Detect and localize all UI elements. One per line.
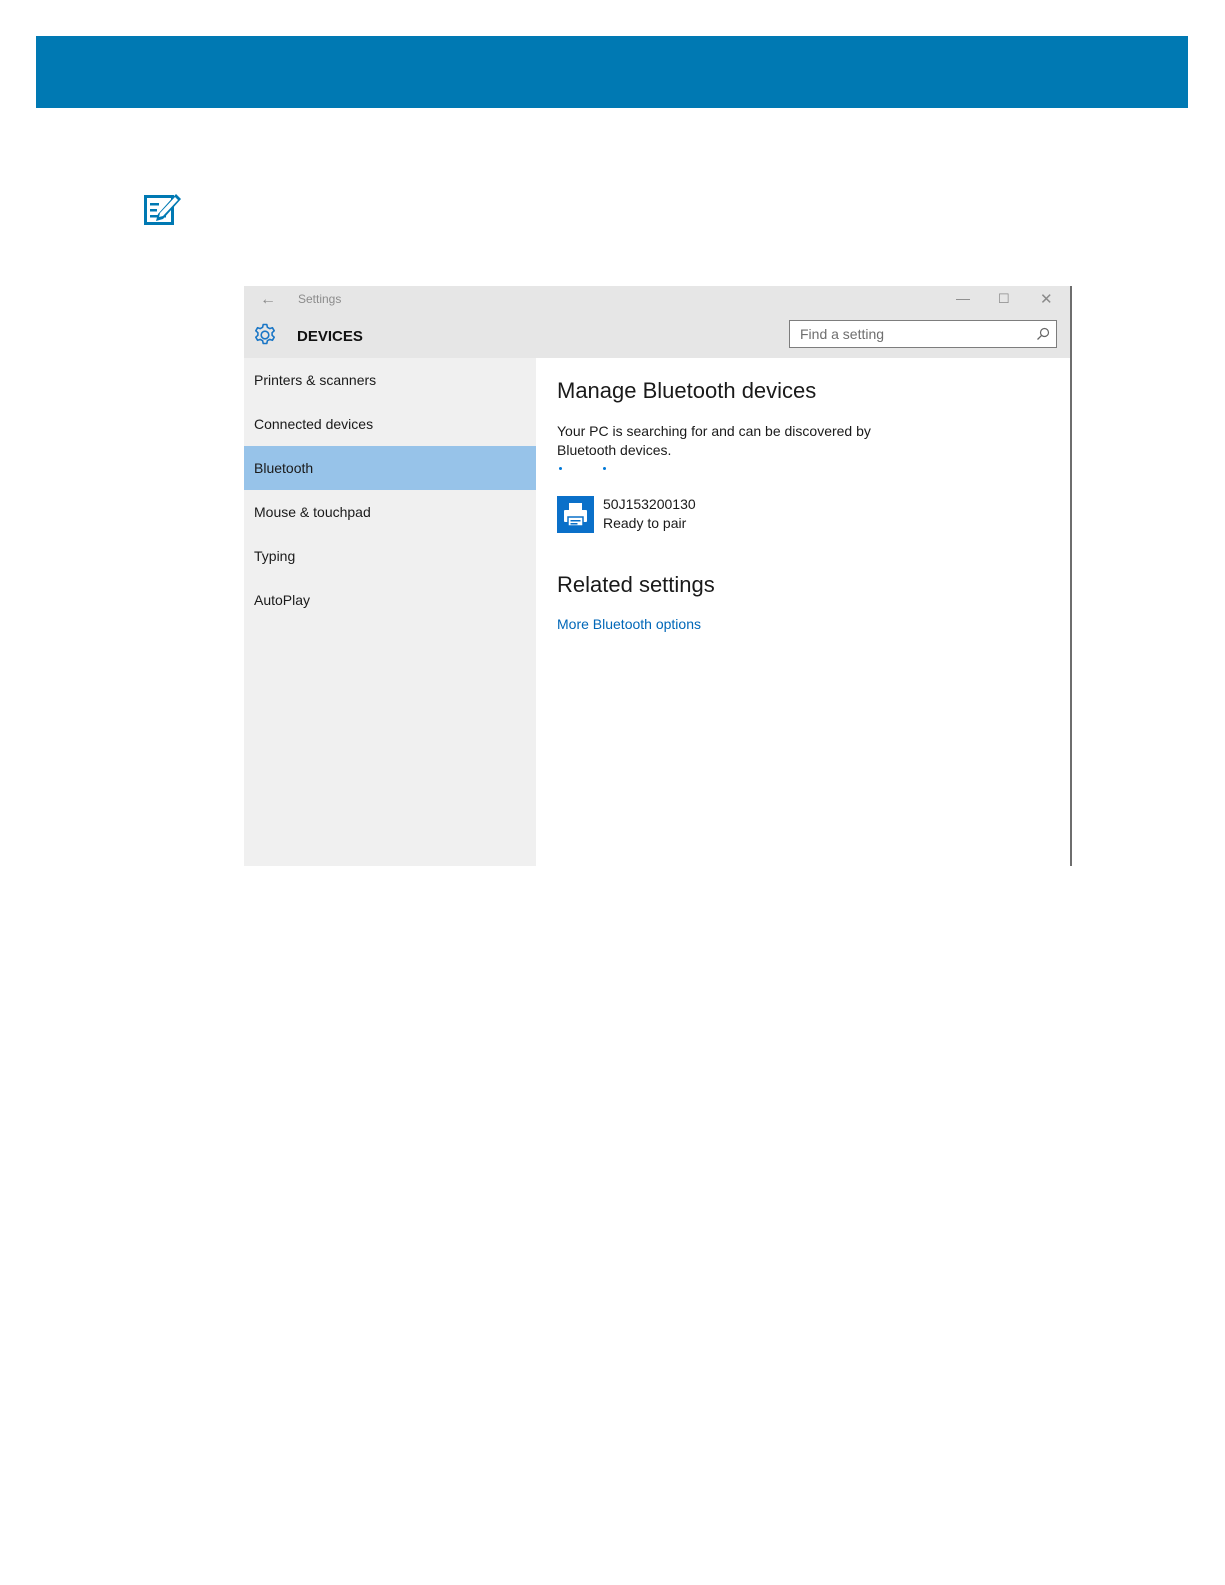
- sidebar-item-bluetooth[interactable]: Bluetooth: [244, 446, 536, 490]
- settings-window: ← Settings — ☐ ✕ DEVICES Printers & scan…: [244, 286, 1072, 866]
- back-arrow-icon[interactable]: ←: [260, 291, 276, 309]
- title-bar: ← Settings — ☐ ✕ DEVICES: [244, 286, 1070, 358]
- search-input[interactable]: [790, 321, 1030, 347]
- device-name: 50J153200130: [603, 496, 696, 512]
- sidebar-item-connected-devices[interactable]: Connected devices: [244, 402, 536, 446]
- minimize-button[interactable]: —: [956, 290, 970, 306]
- search-icon[interactable]: [1036, 327, 1050, 341]
- sidebar-item-mouse-touchpad[interactable]: Mouse & touchpad: [244, 490, 536, 534]
- sidebar-item-typing[interactable]: Typing: [244, 534, 536, 578]
- sidebar-item-autoplay[interactable]: AutoPlay: [244, 578, 536, 622]
- printer-icon: [557, 496, 594, 533]
- close-button[interactable]: ✕: [1040, 290, 1053, 308]
- progress-dot: [603, 467, 606, 470]
- bluetooth-status-text: Your PC is searching for and can be disc…: [557, 423, 871, 458]
- window-border: [1070, 286, 1072, 866]
- content-pane: Manage Bluetooth devices Your PC is sear…: [557, 358, 1047, 866]
- gear-icon: [255, 323, 275, 345]
- more-bluetooth-options-link[interactable]: More Bluetooth options: [557, 616, 701, 632]
- maximize-button[interactable]: ☐: [998, 291, 1010, 307]
- page-title: Manage Bluetooth devices: [557, 378, 817, 403]
- search-box: [789, 320, 1057, 348]
- section-title: DEVICES: [297, 328, 363, 345]
- header-bar: [36, 36, 1188, 108]
- progress-dot: [559, 467, 562, 470]
- device-status: Ready to pair: [603, 515, 687, 531]
- sidebar-item-printers-scanners[interactable]: Printers & scanners: [244, 358, 536, 402]
- sidebar: Printers & scanners Connected devices Bl…: [244, 358, 536, 866]
- device-list-item[interactable]: 50J153200130 Ready to pair: [557, 496, 857, 536]
- related-settings-heading: Related settings: [557, 572, 715, 597]
- window-title: Settings: [298, 292, 342, 306]
- note-edit-icon: [144, 194, 181, 225]
